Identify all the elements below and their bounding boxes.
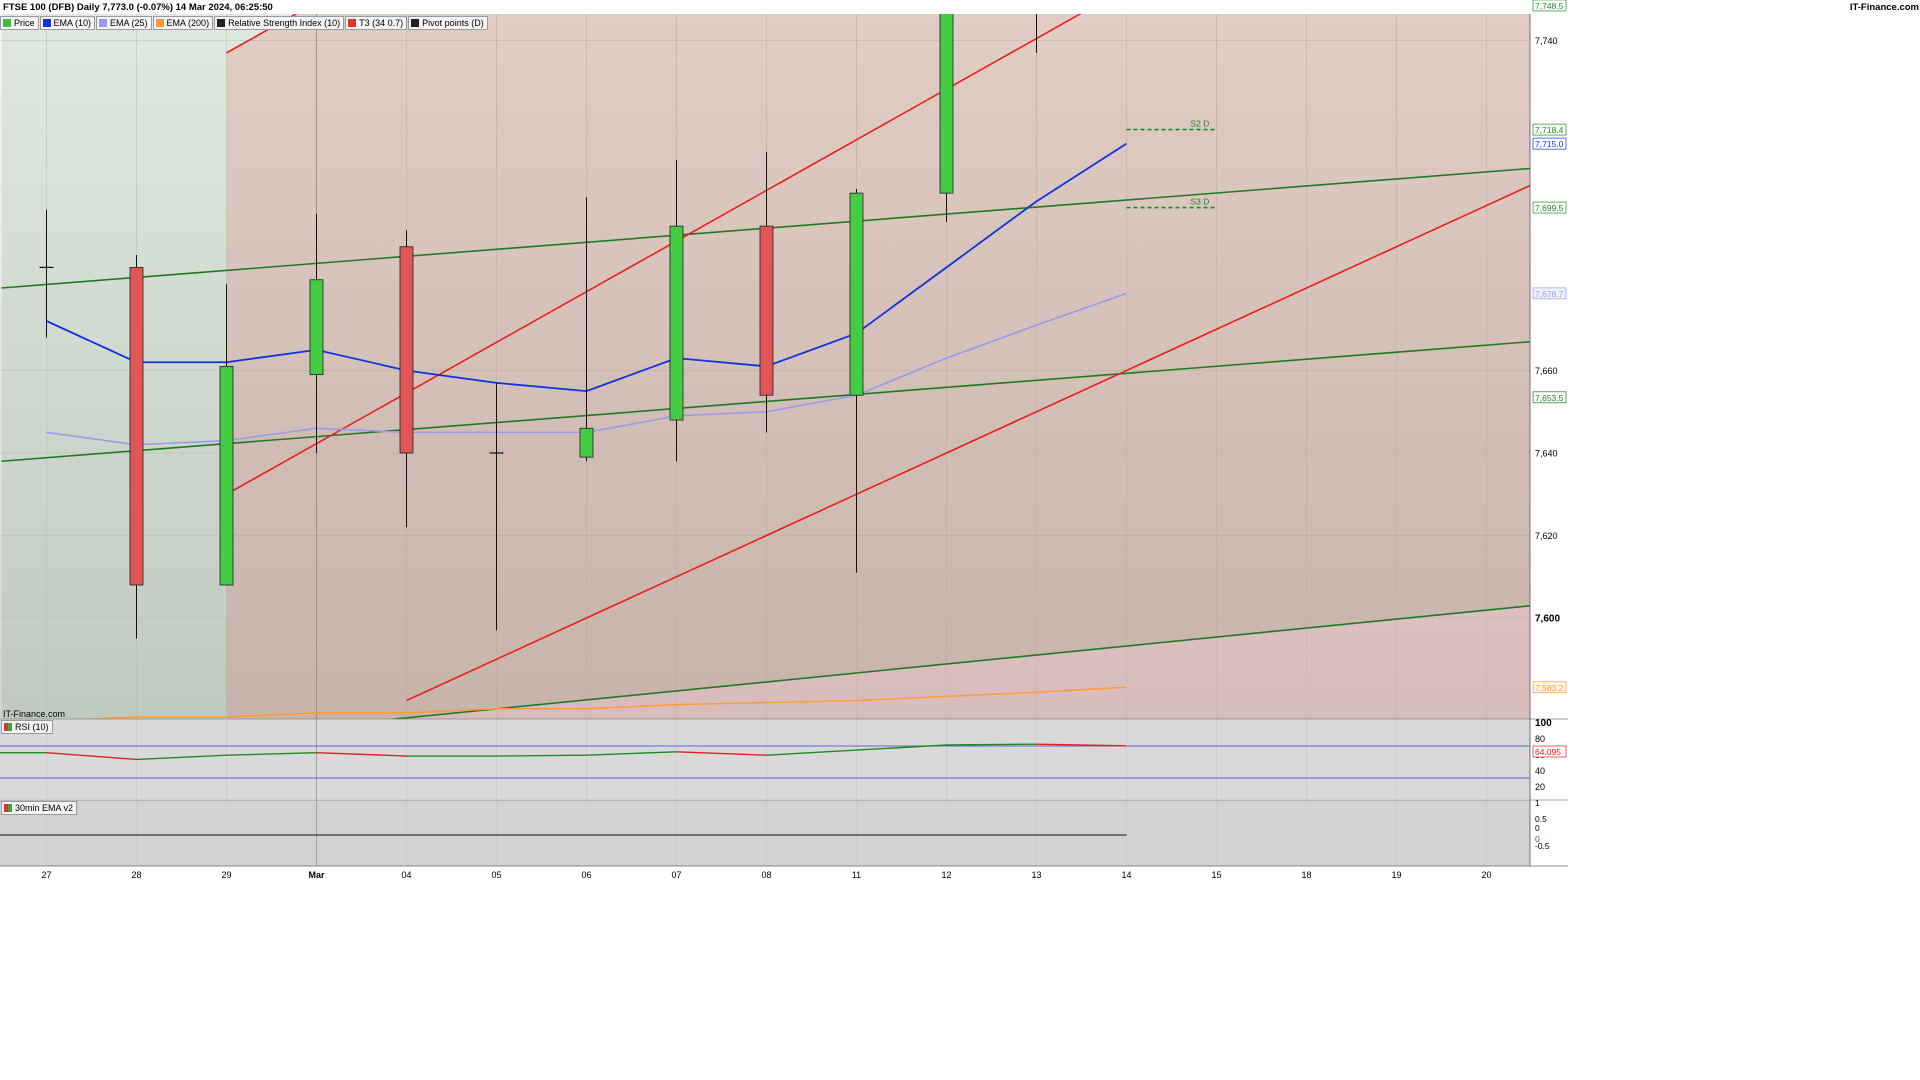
- pivot-label: S3 D: [1191, 197, 1210, 207]
- legend-label: Price: [14, 18, 35, 28]
- date-tick-label: 15: [1211, 870, 1221, 880]
- rsi-panel-background: [0, 719, 1530, 799]
- rsi-panel-label[interactable]: RSI (10): [1, 720, 53, 734]
- ema30-swatch-icon: [4, 804, 12, 812]
- rsi-line-segment: [946, 743, 1037, 746]
- ema30-tick-label: 0: [1535, 823, 1540, 833]
- candle-body: [219, 365, 234, 586]
- legend-swatch-icon: [155, 19, 164, 27]
- legend-label: Pivot points (D): [422, 18, 484, 28]
- date-tick-label: Mar: [308, 870, 325, 880]
- candle-body: [309, 279, 324, 376]
- legend-item[interactable]: Pivot points (D): [408, 16, 488, 30]
- date-tick-label: 06: [581, 870, 591, 880]
- legend-label: EMA (200): [166, 18, 210, 28]
- date-tick-label: 04: [401, 870, 411, 880]
- price-tick-label: 7,620: [1535, 531, 1558, 541]
- date-tick-label: 05: [491, 870, 501, 880]
- rsi-swatch-icon: [4, 723, 12, 731]
- ema30-tick-label: 1: [1535, 798, 1540, 808]
- rsi-tick-label: 100: [1535, 718, 1552, 729]
- date-tick-label: 08: [761, 870, 771, 880]
- legend-label: EMA (10): [53, 18, 92, 28]
- value-tag-label: 7,653.5: [1535, 393, 1564, 403]
- legend-item[interactable]: EMA (200): [152, 16, 214, 30]
- price-tick-label: 7,660: [1535, 366, 1558, 376]
- pivot-value-label: 7,718.4: [1535, 125, 1564, 135]
- value-tag-label: 7,678.7: [1535, 289, 1564, 299]
- legend-swatch-icon: [348, 19, 357, 27]
- candle-body: [399, 246, 414, 454]
- price-tick-label: 7,600: [1535, 614, 1560, 625]
- date-tick-label: 11: [852, 870, 861, 880]
- date-tick-label: 12: [941, 870, 951, 880]
- date-tick-label: 14: [1121, 870, 1131, 880]
- date-tick-label: 07: [671, 870, 681, 880]
- indicator-legend: Price EMA (10) EMA (25) EMA (200) Relative S…: [0, 16, 489, 30]
- legend-swatch-icon: [3, 19, 11, 27]
- legend-label: Relative Strength Index (10): [228, 18, 341, 28]
- legend-item[interactable]: EMA (25): [96, 16, 152, 30]
- legend-swatch-icon: [411, 19, 420, 27]
- price-panel: R3 DR2 DR1 DPiv DS1 DS2 DS3 D: [1, 14, 1530, 719]
- watermark: IT-Finance.com: [3, 709, 66, 719]
- legend-item[interactable]: Relative Strength Index (10): [214, 16, 345, 30]
- legend-item[interactable]: EMA (10): [39, 16, 96, 30]
- chart-title: FTSE 100 (DFB) Daily 7,773.0 (-0.07%) 14…: [3, 2, 273, 13]
- legend-item[interactable]: T3 (34 0.7): [345, 16, 408, 30]
- rsi-tick-label: 20: [1535, 782, 1545, 792]
- date-tick-label: 20: [1481, 870, 1491, 880]
- legend-label: T3 (34 0.7): [359, 18, 404, 28]
- value-tag-label: 7,715.0: [1535, 139, 1564, 149]
- pivot-value-label: 7,748.5: [1535, 1, 1564, 11]
- rsi-line-segment: [496, 754, 587, 757]
- price-tick-label: 7,740: [1535, 36, 1558, 46]
- legend-item[interactable]: Price: [0, 16, 39, 30]
- candle-body: [759, 225, 774, 396]
- pivot-label: S2 D: [1191, 119, 1210, 129]
- pivot-value-label: 7,699.5: [1535, 203, 1564, 213]
- candle-body: [129, 266, 144, 586]
- value-tag-label: 7,583.2: [1535, 683, 1564, 693]
- date-tick-label: 18: [1301, 870, 1311, 880]
- legend-swatch-icon: [42, 19, 51, 27]
- chart-canvas: R3 DR2 DR1 DPiv DS1 DS2 DS3 D 1008060402…: [0, 0, 1568, 882]
- legend-label: EMA (25): [110, 18, 148, 28]
- rsi-value-label: 64.095: [1535, 747, 1561, 757]
- legend-swatch-icon: [217, 19, 226, 27]
- rsi-label-text: RSI (10): [15, 722, 49, 732]
- date-tick-label: 13: [1031, 870, 1041, 880]
- legend-swatch-icon: [99, 19, 108, 27]
- ema30-panel-label[interactable]: 30min EMA v2: [1, 801, 78, 815]
- price-tick-label: 7,640: [1535, 449, 1558, 459]
- candle-body: [849, 192, 864, 396]
- red-channel-fill: [226, 14, 1530, 719]
- rsi-tick-label: 40: [1535, 766, 1545, 776]
- brand-label: IT-Finance.com: [1849, 2, 1919, 13]
- ema30-panel-background: [0, 800, 1530, 866]
- candle-body: [669, 225, 684, 421]
- date-tick-label: 28: [131, 870, 141, 880]
- date-tick-label: 19: [1391, 870, 1401, 880]
- ema30-label-text: 30min EMA v2: [15, 803, 74, 813]
- candle-body: [939, 14, 954, 194]
- rsi-tick-label: 80: [1535, 734, 1545, 744]
- ema30-tick-label: -0.5: [1535, 841, 1550, 851]
- date-tick-label: 29: [221, 870, 231, 880]
- candle-body: [579, 427, 594, 458]
- date-tick-label: 27: [41, 870, 51, 880]
